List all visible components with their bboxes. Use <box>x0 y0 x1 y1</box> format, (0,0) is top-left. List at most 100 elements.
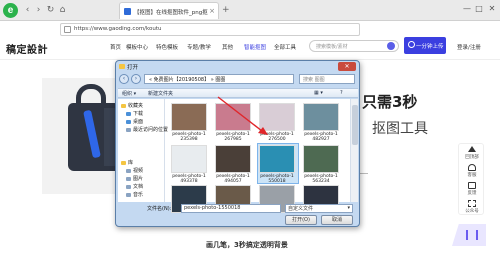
address-text: https://www.gaoding.com/koutu <box>74 26 162 32</box>
pause-tab[interactable] <box>452 224 486 246</box>
file-thumbnail[interactable] <box>215 103 251 131</box>
dialog-close-button[interactable]: ✕ <box>338 62 356 71</box>
upload-label: 一分钟上传 <box>416 44 444 50</box>
file-name: pexels-photo-1 550018 <box>260 174 294 184</box>
tree-item[interactable]: 桌面 <box>126 118 143 125</box>
bottom-caption: 画几笔，3秒搞定透明背景 <box>206 241 288 249</box>
headset-icon <box>468 164 476 171</box>
tree-item[interactable]: 库 <box>121 159 133 166</box>
file-thumbnail[interactable] <box>259 103 295 131</box>
close-window-icon[interactable]: ✕ <box>487 4 497 13</box>
back-icon[interactable]: ‹ <box>22 5 33 16</box>
file-name: pexels-photo-1 276500 <box>260 132 294 142</box>
open-button[interactable]: 打开(O) <box>285 215 317 225</box>
help-icon[interactable]: ? <box>340 90 343 96</box>
video-folder-icon <box>126 168 131 173</box>
chat-icon <box>468 182 476 189</box>
tree-item[interactable]: 下载 <box>126 110 143 117</box>
site-search-input[interactable]: 搜索模板/素材 <box>309 40 399 52</box>
file-thumbnail[interactable] <box>171 145 207 173</box>
tab-favicon-icon <box>124 8 131 15</box>
home-icon[interactable]: ⌂ <box>57 5 68 16</box>
refresh-icon[interactable]: ↻ <box>45 5 56 16</box>
hero-subtitle: 抠图工具 <box>372 121 428 137</box>
tree-item[interactable]: 图片 <box>126 175 143 182</box>
upload-button[interactable]: 一分钟上传 <box>404 37 446 54</box>
login-link[interactable]: 登录/注册 <box>457 43 481 51</box>
dialog-path-bar[interactable]: « 免费图片【20190508】 » 图图 <box>144 74 294 84</box>
file-name: pexels-photo-1 563234 <box>304 174 338 184</box>
dialog-search-input[interactable]: 搜索 图图 <box>299 74 355 84</box>
library-icon <box>121 160 126 165</box>
chevron-down-icon: ▾ <box>347 205 350 211</box>
dialog-toolbar: 组织 ▾ 新建文件夹 ▦ ▾ ? <box>118 88 358 98</box>
desktop-folder-icon <box>126 119 131 124</box>
support-button[interactable]: 客服 <box>459 162 485 180</box>
nav-topics[interactable]: 专题/教学 <box>187 43 211 51</box>
chevron-up-icon <box>468 146 476 152</box>
favorites-icon <box>121 103 126 108</box>
view-icon[interactable]: ▦ ▾ <box>314 90 323 96</box>
file-name: pexels-photo-1 235398 <box>172 132 206 142</box>
dialog-footer: 文件名(N): pexels-photo-1550018 自定义文件 ▾ 打开(… <box>118 203 358 227</box>
open-file-dialog: 打开 ✕ ‹ › « 免费图片【20190508】 » 图图 搜索 图图 组织 … <box>115 60 360 227</box>
filename-value: pexels-photo-1550018 <box>184 205 241 211</box>
nav-smart-cutout[interactable]: 智能抠图 <box>244 43 266 51</box>
maximize-icon[interactable]: □ <box>474 4 484 13</box>
tab-close-icon[interactable]: × <box>209 7 215 15</box>
filename-input[interactable]: pexels-photo-1550018 <box>181 204 281 213</box>
back-to-top-button[interactable]: 回顶部 <box>459 144 485 162</box>
file-thumbnail[interactable] <box>303 103 339 131</box>
dialog-body: 收藏夹 下载 桌面 最近访问的位置 库 视频 图片 文档 音乐 pexels-p… <box>118 99 358 213</box>
qrcode-icon <box>468 200 476 207</box>
folder-tree: 收藏夹 下载 桌面 最近访问的位置 库 视频 图片 文档 音乐 <box>118 99 168 202</box>
browser-tab[interactable]: 【抠图】在线抠图软件_png抠图... × <box>119 2 219 19</box>
dialog-scrollbar[interactable] <box>350 99 358 202</box>
cancel-button[interactable]: 取消 <box>321 215 353 225</box>
browser-titlebar: e ‹ › ↻ ⌂ 【抠图】在线抠图软件_png抠图... × + — □ ✕ <box>0 0 500 21</box>
download-folder-icon <box>126 111 131 116</box>
music-folder-icon <box>126 192 131 197</box>
dialog-title: 打开 <box>127 65 139 71</box>
wechat-label: 公众号 <box>465 209 479 214</box>
floating-toolbar: 回顶部 客服 反馈 公众号 <box>458 143 484 215</box>
dialog-back-icon[interactable]: ‹ <box>119 74 129 84</box>
file-thumbnail[interactable] <box>303 145 339 173</box>
feedback-button[interactable]: 反馈 <box>459 180 485 198</box>
dialog-path-text: « 免费图片【20190508】 » 图图 <box>149 77 226 83</box>
documents-folder-icon <box>126 184 131 189</box>
minimize-icon[interactable]: — <box>462 4 472 13</box>
nav-all-tools[interactable]: 全部工具 <box>274 43 296 51</box>
nav-home[interactable]: 首页 <box>110 43 121 51</box>
search-icon[interactable] <box>387 42 395 50</box>
wechat-button[interactable]: 公众号 <box>459 198 485 216</box>
tree-item[interactable]: 音乐 <box>126 191 143 198</box>
forward-icon[interactable]: › <box>33 5 44 16</box>
file-thumbnail[interactable] <box>171 103 207 131</box>
dialog-forward-icon[interactable]: › <box>131 74 141 84</box>
site-header: 稿定設計 首页 模板中心 特色模板 专题/教学 其他 智能抠图 全部工具 搜索模… <box>0 35 500 57</box>
tab-title: 【抠图】在线抠图软件_png抠图... <box>134 10 208 16</box>
nav-templates[interactable]: 模板中心 <box>126 43 148 51</box>
tree-item[interactable]: 视频 <box>126 167 143 174</box>
nav-featured[interactable]: 特色模板 <box>156 43 178 51</box>
new-tab-button[interactable]: + <box>222 5 230 16</box>
dialog-search-placeholder: 搜索 图图 <box>303 77 325 83</box>
new-folder-button[interactable]: 新建文件夹 <box>148 90 173 97</box>
organize-button[interactable]: 组织 ▾ <box>122 90 136 97</box>
nav-other[interactable]: 其他 <box>222 43 233 51</box>
upload-icon <box>408 41 415 48</box>
scrollbar-thumb[interactable] <box>352 105 358 145</box>
pictures-folder-icon <box>126 176 131 181</box>
support-label: 客服 <box>467 173 477 178</box>
file-thumbnail[interactable] <box>259 145 295 173</box>
tree-item[interactable]: 文档 <box>126 183 143 190</box>
dialog-nav-row: ‹ › « 免费图片【20190508】 » 图图 搜索 图图 <box>119 73 357 86</box>
tree-item[interactable]: 收藏夹 <box>121 102 143 109</box>
site-logo[interactable]: 稿定設計 <box>6 41 48 56</box>
file-thumbnail[interactable] <box>215 145 251 173</box>
filetype-select[interactable]: 自定义文件 ▾ <box>285 204 353 213</box>
browser-logo-icon: e <box>3 3 18 18</box>
recent-places-icon <box>126 127 131 132</box>
tree-item[interactable]: 最近访问的位置 <box>126 126 168 133</box>
